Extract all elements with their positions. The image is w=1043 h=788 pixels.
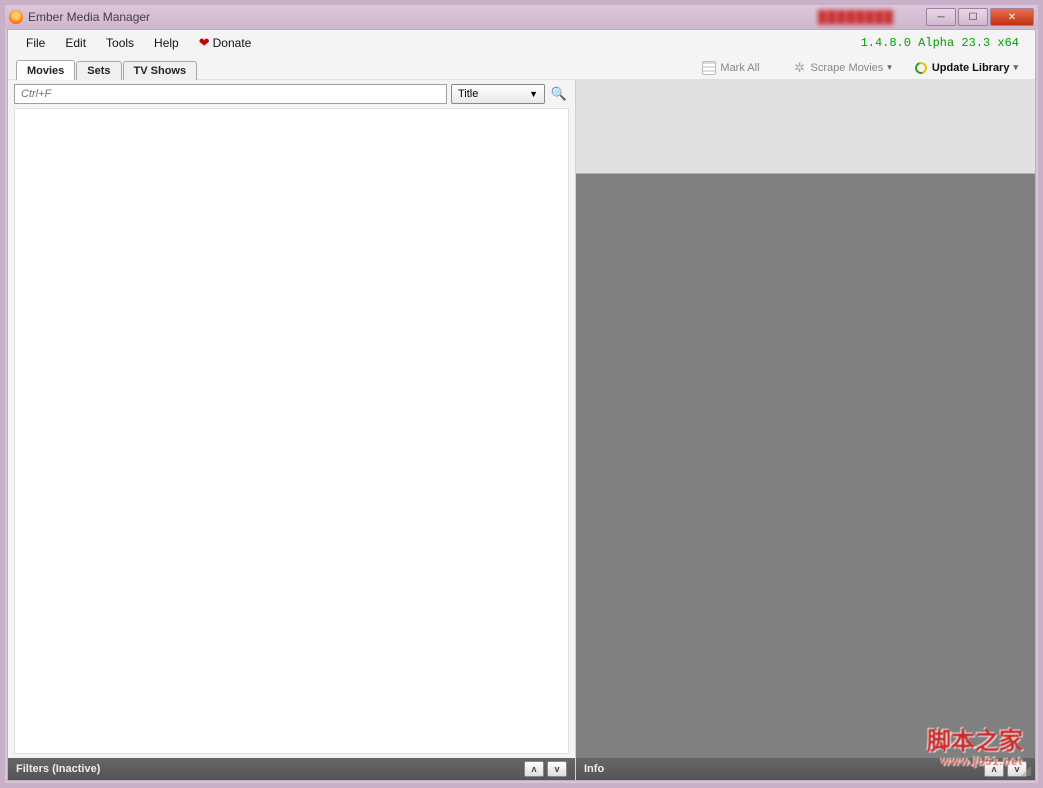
search-icon: 🔍 bbox=[551, 86, 567, 102]
tab-sets[interactable]: Sets bbox=[76, 61, 121, 80]
gear-icon: ✲ bbox=[793, 61, 807, 75]
titlebar-obscured-text: ████████ bbox=[818, 10, 894, 24]
version-label: 1.4.8.0 Alpha 23.3 x64 bbox=[861, 36, 1027, 50]
detail-body bbox=[576, 174, 1035, 758]
search-field-select[interactable]: Title ▼ bbox=[451, 84, 545, 104]
filters-expand-button[interactable]: v bbox=[547, 761, 567, 777]
update-library-label: Update Library bbox=[932, 62, 1010, 74]
app-icon bbox=[9, 10, 23, 24]
filters-bar[interactable]: Filters (Inactive) ʌ v bbox=[8, 758, 575, 780]
info-collapse-button[interactable]: ʌ bbox=[984, 761, 1004, 777]
filters-label: Filters (Inactive) bbox=[16, 763, 100, 775]
minimize-button[interactable]: ─ bbox=[926, 8, 956, 26]
window-frame: Ember Media Manager ████████ ─ ☐ ✕ File … bbox=[0, 0, 1043, 788]
window-controls: ─ ☐ ✕ bbox=[924, 8, 1034, 26]
info-bar[interactable]: Info ʌ v bbox=[576, 758, 1035, 780]
left-pane: Title ▼ 🔍 Filters (Inactive) ʌ v bbox=[8, 80, 576, 780]
list-icon bbox=[702, 61, 716, 75]
menu-edit[interactable]: Edit bbox=[55, 32, 96, 54]
toolbar-row: Movies Sets TV Shows Mark All ✲ Scrape M… bbox=[8, 56, 1035, 80]
main-split: Title ▼ 🔍 Filters (Inactive) ʌ v bbox=[8, 80, 1035, 780]
chevron-down-icon: ▾ bbox=[1013, 62, 1018, 73]
menu-file[interactable]: File bbox=[16, 32, 55, 54]
search-row: Title ▼ 🔍 bbox=[8, 80, 575, 108]
menu-help[interactable]: Help bbox=[144, 32, 189, 54]
app-body: File Edit Tools Help ❤Donate 1.4.8.0 Alp… bbox=[7, 29, 1036, 781]
close-button[interactable]: ✕ bbox=[990, 8, 1034, 26]
menu-donate-label: Donate bbox=[213, 36, 252, 50]
chevron-down-icon: ▼ bbox=[529, 89, 538, 99]
resize-grip[interactable] bbox=[1019, 764, 1031, 776]
menu-tools[interactable]: Tools bbox=[96, 32, 144, 54]
update-library-button[interactable]: Update Library ▾ bbox=[905, 58, 1027, 78]
search-field-value: Title bbox=[458, 88, 478, 100]
info-label: Info bbox=[584, 763, 604, 775]
maximize-button[interactable]: ☐ bbox=[958, 8, 988, 26]
movie-list[interactable] bbox=[14, 108, 569, 754]
mark-all-button[interactable]: Mark All bbox=[693, 58, 768, 78]
heart-icon: ❤ bbox=[199, 35, 210, 50]
tab-movies[interactable]: Movies bbox=[16, 60, 75, 80]
scrape-movies-button[interactable]: ✲ Scrape Movies ▾ bbox=[784, 58, 901, 78]
window-title: Ember Media Manager bbox=[28, 10, 150, 24]
tabs: Movies Sets TV Shows bbox=[16, 56, 198, 79]
search-input[interactable] bbox=[14, 84, 447, 104]
menu-donate[interactable]: ❤Donate bbox=[189, 31, 262, 55]
right-pane: Info ʌ v bbox=[576, 80, 1035, 780]
detail-header bbox=[576, 80, 1035, 174]
filters-collapse-button[interactable]: ʌ bbox=[524, 761, 544, 777]
search-go-button[interactable]: 🔍 bbox=[549, 84, 569, 104]
menubar: File Edit Tools Help ❤Donate 1.4.8.0 Alp… bbox=[8, 30, 1035, 56]
scrape-movies-label: Scrape Movies bbox=[811, 62, 884, 74]
mark-all-label: Mark All bbox=[720, 62, 759, 74]
refresh-icon bbox=[914, 61, 928, 75]
chevron-down-icon: ▾ bbox=[887, 62, 892, 73]
titlebar[interactable]: Ember Media Manager ████████ ─ ☐ ✕ bbox=[5, 5, 1038, 29]
tab-tvshows[interactable]: TV Shows bbox=[123, 61, 198, 80]
